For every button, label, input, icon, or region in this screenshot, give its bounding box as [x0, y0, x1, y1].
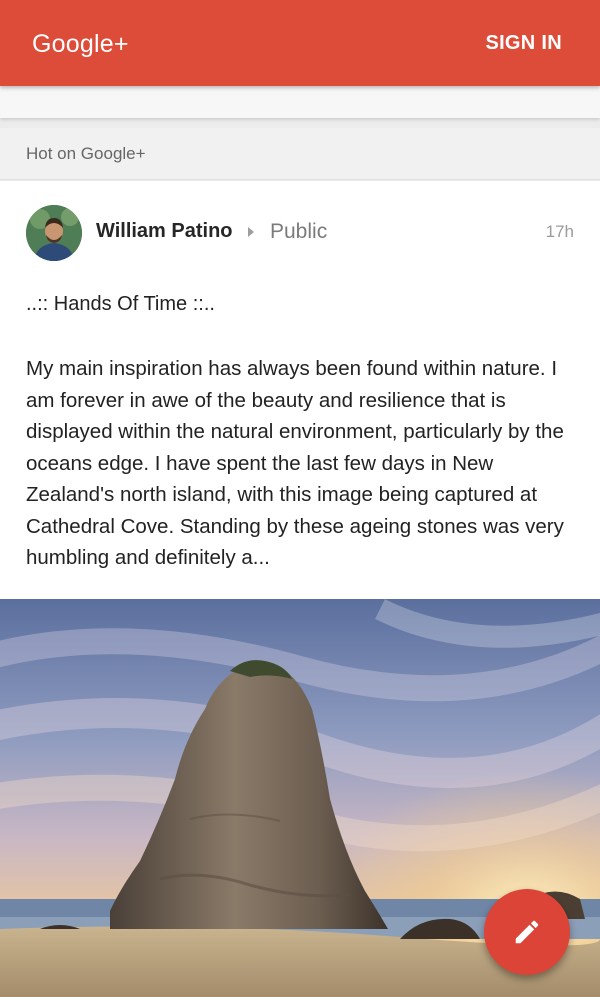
section-header-label: Hot on Google+: [26, 143, 146, 163]
post-title: ..:: Hands Of Time ::..: [26, 293, 215, 315]
post-card[interactable]: William Patino Public 17h ..:: Hands Of …: [0, 181, 600, 997]
brand-title[interactable]: Google+: [32, 28, 129, 59]
app-bar: Google+ SIGN IN: [0, 0, 600, 86]
avatar[interactable]: [26, 205, 82, 261]
post-timestamp: 17h: [545, 222, 574, 241]
avatar-image: [26, 205, 82, 261]
toolbar-strip: [0, 86, 600, 118]
pencil-icon: [515, 920, 539, 944]
chevron-right-icon: [248, 227, 254, 237]
author-name[interactable]: William Patino: [96, 220, 233, 243]
section-header: Hot on Google+: [0, 128, 600, 180]
post-body: My main inspiration has always been foun…: [26, 357, 564, 569]
compose-button[interactable]: [484, 889, 570, 975]
visibility-label: Public: [270, 220, 328, 243]
post-header: William Patino Public 17h: [26, 205, 574, 263]
sign-in-button[interactable]: SIGN IN: [485, 32, 562, 55]
